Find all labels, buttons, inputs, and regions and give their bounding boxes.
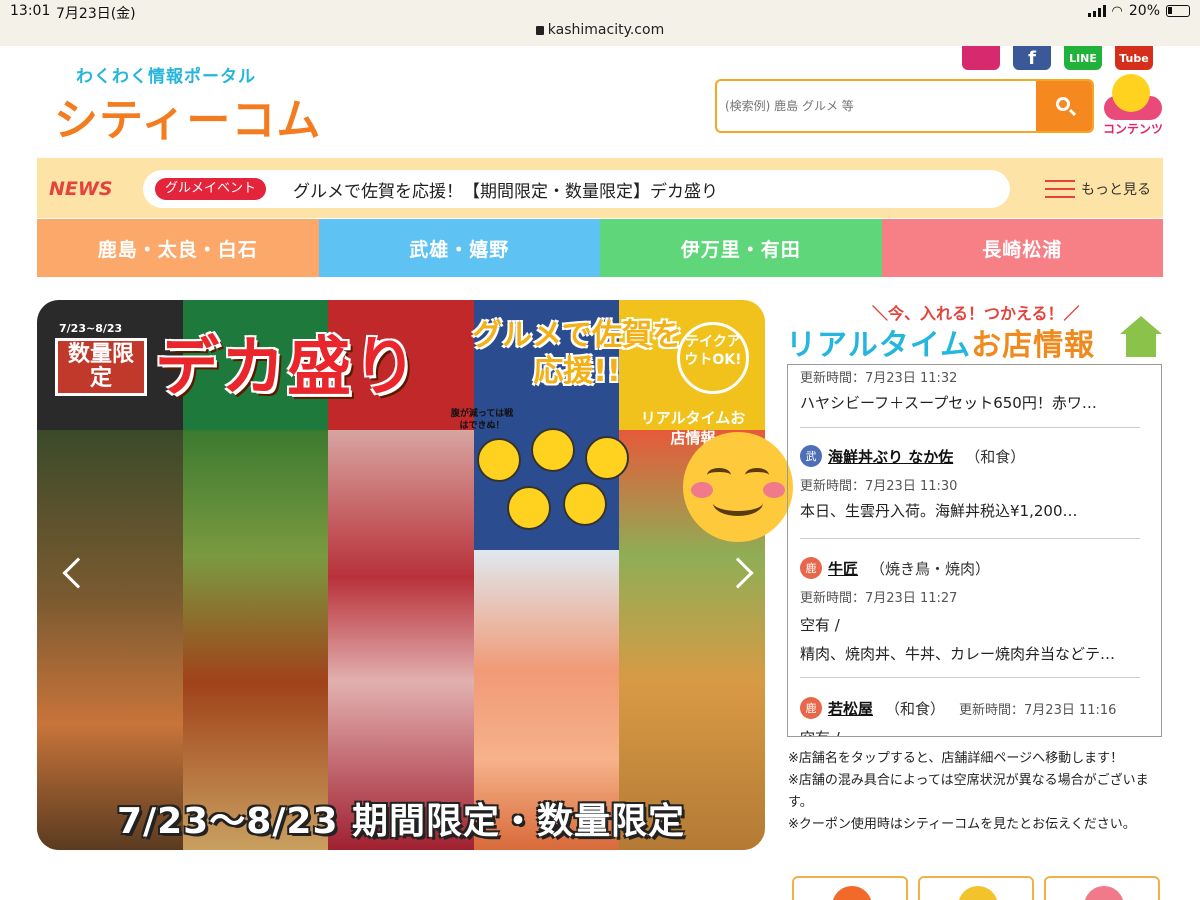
more-label: もっと見る [1081,182,1151,198]
realtime-feed[interactable]: 更新時間：7月23日 11:32 ハヤシビーフ＋スープセット650円！赤ワ… 武… [787,364,1162,737]
lock-icon [535,26,544,35]
browser-status-bar: 13:01 7月23日(金) ◠ 20% kashimacity.com [0,0,1200,46]
area-badge: 武 [800,445,822,467]
shop-genre: （和食） [965,447,1026,466]
banner-period-text: 7/23～8/23 期間限定・数量限定 [116,801,686,842]
mascot-chick-icon [1112,74,1150,112]
banner-heading: 7/23~8/23 数量限定 デカ盛り グルメで佐賀を応援!! テイクアウトOK… [37,300,765,420]
notes: ※店舗名をタップすると、店舗詳細ページへ移動します！ ※店舗の混み具合によっては… [788,748,1158,836]
youtube-icon[interactable]: Tube [1115,46,1153,70]
chick-mascots-icon [467,428,637,538]
search-icon [1056,97,1070,111]
feed-entry: 武 海鮮丼ぶり なか佐 （和食） 更新時間：7月23日 11:30 本日、生雲丹… [800,445,1140,521]
banner-quantity-limited: 数量限定 [55,338,147,396]
news-bar: NEWS グルメイベント グルメで佐賀を応援！【期間限定・数量限定】デカ盛り も… [37,158,1163,218]
banner-deka-title: デカ盛り [155,331,419,405]
region-tabs: 鹿島・太良・白石 武雄・嬉野 伊万里・有田 長崎松浦 [37,219,1163,277]
status-time: 13:01 [10,3,51,19]
address-bar[interactable]: kashimacity.com [0,22,1200,38]
region-tab-takeo[interactable]: 武雄・嬉野 [318,219,600,277]
realtime-title-orange: お店情報 [971,328,1096,363]
line-icon[interactable]: LINE [1064,46,1102,70]
news-category-badge: グルメイベント [155,178,267,200]
shop-name-link[interactable]: 若松屋 [828,698,873,719]
search-box [715,79,1094,133]
area-badge: 鹿 [800,557,822,579]
update-time: 更新時間：7月23日 11:30 [800,479,958,494]
entry-body: 本日、生雲丹入荷。海鮮丼税込¥1,200… [800,502,1078,520]
battery-percent: 20% [1128,3,1160,19]
menu-icon [1045,178,1075,200]
divider [800,427,1140,428]
feed-entry: 更新時間：7月23日 11:32 ハヤシビーフ＋スープセット650円！赤ワ… [800,367,1140,413]
status-date: 7月23日(金) [56,6,136,22]
note-line: ※クーポン使用時はシティーコムを見たとお伝えください。 [788,817,1136,832]
shop-genre: （和食） [885,699,946,718]
search-input[interactable] [725,81,1035,131]
entry-body: 精肉、焼肉丼、牛丼、カレー焼肉弁当などテ… [800,645,1116,663]
region-tab-nagasaki[interactable]: 長崎松浦 [881,219,1163,277]
feed-entry: 鹿 若松屋 （和食） 更新時間：7月23日 11:16 空有 / [800,697,1140,736]
site-logo[interactable]: シティーコム [54,84,321,148]
news-ticker[interactable]: グルメイベント グルメで佐賀を応援！【期間限定・数量限定】デカ盛り [143,170,1010,208]
smiley-face-icon [683,432,793,542]
instagram-icon[interactable] [962,46,1000,70]
beauty-tile[interactable] [1044,876,1160,900]
contents-mascot-button[interactable]: コンテンツ [1102,74,1164,138]
search-button[interactable] [1036,81,1092,131]
realtime-title: リアルタイムお店情報 [786,320,1095,364]
banner-gourmet-text: グルメで佐賀を応援!! [472,318,682,389]
entry-body: ハヤシビーフ＋スープセット650円！赤ワ… [800,394,1097,412]
event-tile[interactable] [918,876,1034,900]
gourmet-tile[interactable] [792,876,908,900]
banner-dates-small: 7/23~8/23 [59,322,123,335]
wifi-icon: ◠ [1111,3,1123,19]
note-line: ※店舗名をタップすると、店舗詳細ページへ移動します！ [788,751,1124,766]
realtime-title-blue: リアルタイム [786,328,972,363]
feed-entry: 鹿 牛匠 （焼き鳥・焼肉） 更新時間：7月23日 11:27 空有 / 精肉、焼… [800,557,1140,664]
divider [800,677,1140,678]
bottom-tiles [792,876,1160,900]
region-tab-kashima[interactable]: 鹿島・太良・白石 [37,219,319,277]
divider [800,538,1140,539]
shop-genre: （焼き鳥・焼肉） [870,559,991,578]
social-links: f LINE Tube [962,46,1153,70]
takeout-badge: テイクアウトOK! [677,322,749,394]
entry-body: 空有 / [800,727,1140,736]
update-time: 更新時間：7月23日 11:16 [959,702,1117,718]
promo-banner[interactable]: 7/23~8/23 数量限定 デカ盛り グルメで佐賀を応援!! テイクアウトOK… [37,300,765,850]
note-line: ※店舗の混み具合によっては空席状況が異なる場合がございます。 [788,773,1149,810]
shop-name-link[interactable]: 牛匠 [828,558,858,579]
facebook-icon[interactable]: f [1013,46,1051,70]
more-button[interactable]: もっと見る [1045,178,1151,200]
battery-icon [1166,5,1190,17]
url-text: kashimacity.com [547,22,665,38]
news-label: NEWS [49,178,113,200]
entry-body: 空有 / [800,616,840,634]
news-headline[interactable]: グルメで佐賀を応援！【期間限定・数量限定】デカ盛り [293,177,718,202]
shop-house-icon [1120,316,1162,358]
area-badge: 鹿 [800,697,822,719]
mascot-label: コンテンツ [1102,122,1163,136]
update-time: 更新時間：7月23日 11:27 [800,591,958,606]
status-indicators: ◠ 20% [1087,3,1190,19]
update-time: 更新時間：7月23日 11:32 [800,371,958,386]
signal-icon [1087,5,1106,17]
region-tab-imari[interactable]: 伊万里・有田 [600,219,882,277]
shop-name-link[interactable]: 海鮮丼ぶり なか佐 [828,446,953,467]
